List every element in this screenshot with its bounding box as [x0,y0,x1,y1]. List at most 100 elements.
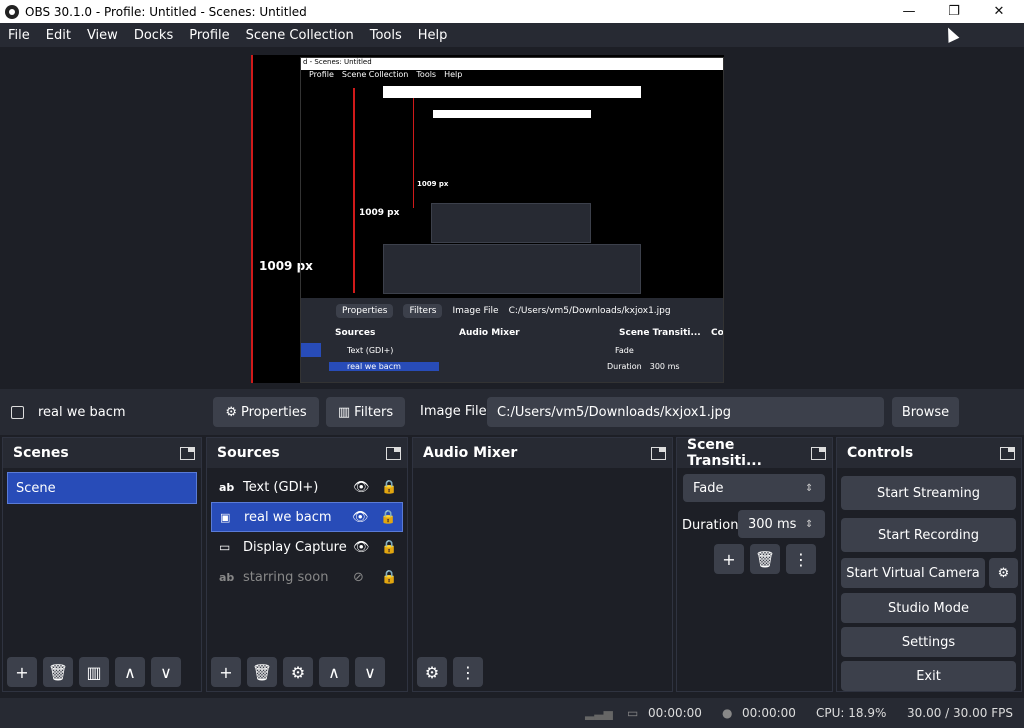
filters-label: Filters [354,404,394,420]
trash-icon[interactable]: 🗑 [43,657,73,687]
scenes-list: Scene + 🗑 ▥ ∧ ∨ [3,468,201,691]
preview-area[interactable]: 1009 px d - Scenes: Untitled Profile Sce… [0,47,1024,389]
more-vertical-icon[interactable]: ⋮ [453,657,483,687]
record-icon: ● [722,706,733,720]
sources-dock: Sources ab Text (GDI+) 👁 🔒 ▣ real we bac… [206,437,408,692]
sources-toolbar: + 🗑 ⚙ ∧ ∨ [211,657,391,687]
undock-icon[interactable] [811,446,826,460]
gear-icon[interactable]: ⚙ [283,657,313,687]
undock-icon[interactable] [180,446,195,460]
selected-source: real we bacm [11,405,201,420]
studio-mode-button[interactable]: Studio Mode [841,593,1016,623]
minimize-button[interactable]: — [886,0,932,23]
eye-hidden-icon[interactable]: ⊘ [353,570,381,585]
chevron-updown-icon[interactable]: ⇕ [805,519,825,530]
eye-icon[interactable]: 👁 [353,540,381,555]
controls-dock: Controls Start Streaming Start Recording… [836,437,1022,692]
menu-tools[interactable]: Tools [370,28,402,43]
start-streaming-button[interactable]: Start Streaming [841,476,1016,510]
source-item[interactable]: ▣ real we bacm 👁 🔒 [211,502,403,532]
image-file-path[interactable]: C:/Users/vm5/Downloads/kxjox1.jpg [487,397,884,427]
red-guide-line [413,98,414,208]
eye-icon[interactable]: 👁 [353,480,381,495]
nested-capture: d - Scenes: Untitled Profile Scene Colle… [300,57,724,383]
menu-docks[interactable]: Docks [134,28,173,43]
virtual-camera-settings-gear-icon[interactable]: ⚙ [989,558,1018,588]
browse-button[interactable]: Browse [892,397,959,427]
settings-button[interactable]: Settings [841,627,1016,657]
gear-icon[interactable]: ⚙ [417,657,447,687]
start-virtual-camera-button[interactable]: Start Virtual Camera [841,558,985,588]
menu-profile[interactable]: Profile [189,28,229,43]
nested-properties: Properties [336,304,394,318]
obs-logo-icon [5,4,19,19]
filters-button[interactable]: ▥ Filters [326,397,405,427]
nested-transitions: Scene Transiti... [619,328,701,338]
chevron-up-icon[interactable]: ∧ [319,657,349,687]
image-file-label: Image File [420,404,487,419]
lock-icon[interactable]: 🔒 [381,540,403,555]
transitions-body: Fade ⇕ Duration 300 ms ⇕ + 🗑 ⋮ [677,468,832,691]
nested-src2: real we bacm [329,361,439,371]
source-item[interactable]: ab Text (GDI+) 👁 🔒 [211,472,403,502]
source-item[interactable]: ▭ Display Capture 👁 🔒 [211,532,403,562]
menu-help[interactable]: Help [418,28,448,43]
chevron-updown-icon: ⇕ [805,482,814,494]
lock-icon[interactable]: 🔒 [380,510,402,525]
source-item[interactable]: ab starring soon ⊘ 🔒 [211,562,403,592]
preview-canvas[interactable]: 1009 px d - Scenes: Untitled Profile Sce… [251,55,724,383]
nested-image-label: Image File [452,306,499,316]
lock-icon[interactable]: 🔒 [381,480,403,495]
red-guide-line [353,88,355,293]
close-button[interactable]: ✕ [976,0,1022,23]
scenes-title: Scenes [13,445,69,461]
menu-file[interactable]: File [8,28,30,43]
nested-docks [431,203,591,243]
menu-scene-collection[interactable]: Scene Collection [246,28,354,43]
maximize-button[interactable]: ❐ [931,0,977,23]
start-recording-button[interactable]: Start Recording [841,518,1016,552]
text-icon: ab [219,480,235,494]
stream-time: 00:00:00 [648,706,702,720]
scene-item[interactable]: Scene [7,472,197,504]
nested-title [433,110,591,118]
exit-button[interactable]: Exit [841,661,1016,691]
undock-icon[interactable] [1000,446,1015,460]
source-name: starring soon [243,569,329,585]
chevron-down-icon[interactable]: ∨ [355,657,385,687]
add-icon[interactable]: + [211,657,241,687]
more-vertical-icon[interactable]: ⋮ [786,544,816,574]
eye-icon[interactable]: 👁 [352,510,380,525]
text-icon: ab [219,570,235,584]
audio-toolbar: ⚙ ⋮ [417,657,489,687]
undock-icon[interactable] [386,446,401,460]
lock-icon[interactable]: 🔒 [381,570,403,585]
add-icon[interactable]: + [7,657,37,687]
undock-icon[interactable] [651,446,666,460]
chevron-down-icon[interactable]: ∨ [151,657,181,687]
menu-bar: File Edit View Docks Profile Scene Colle… [0,23,1024,47]
nested-duration-val: 300 ms [649,361,680,371]
source-context-bar: real we bacm ⚙ Properties ▥ Filters Image … [0,389,1024,435]
monitor-icon: ▭ [219,540,231,554]
scenes-dock: Scenes Scene + 🗑 ▥ ∧ ∨ [2,437,202,692]
duration-stepper[interactable]: 300 ms ⇕ [738,510,825,538]
nested-controls: Co [711,328,724,338]
menu-view[interactable]: View [87,28,118,43]
nested-docks: Properties Filters Image File C:/Users/v… [301,298,724,382]
nested-menu-item: Tools [416,70,437,79]
filter-icon[interactable]: ▥ [79,657,109,687]
transition-select[interactable]: Fade ⇕ [683,474,825,502]
menu-edit[interactable]: Edit [46,28,71,43]
chevron-up-icon[interactable]: ∧ [115,657,145,687]
nested-duration: Duration [607,361,642,371]
nested-title: d - Scenes: Untitled [301,58,723,70]
nested-filters: Filters [403,304,443,318]
source-name: Display Capture [243,539,347,555]
scene-transitions-dock: Scene Transiti... Fade ⇕ Duration 300 ms… [676,437,833,692]
trash-icon[interactable]: 🗑 [750,544,780,574]
add-icon[interactable]: + [714,544,744,574]
trash-icon[interactable]: 🗑 [247,657,277,687]
properties-button[interactable]: ⚙ Properties [213,397,319,427]
status-bar: ▂▃▅ ▭ 00:00:00 ● 00:00:00 CPU: 18.9% 30.… [0,698,1024,728]
